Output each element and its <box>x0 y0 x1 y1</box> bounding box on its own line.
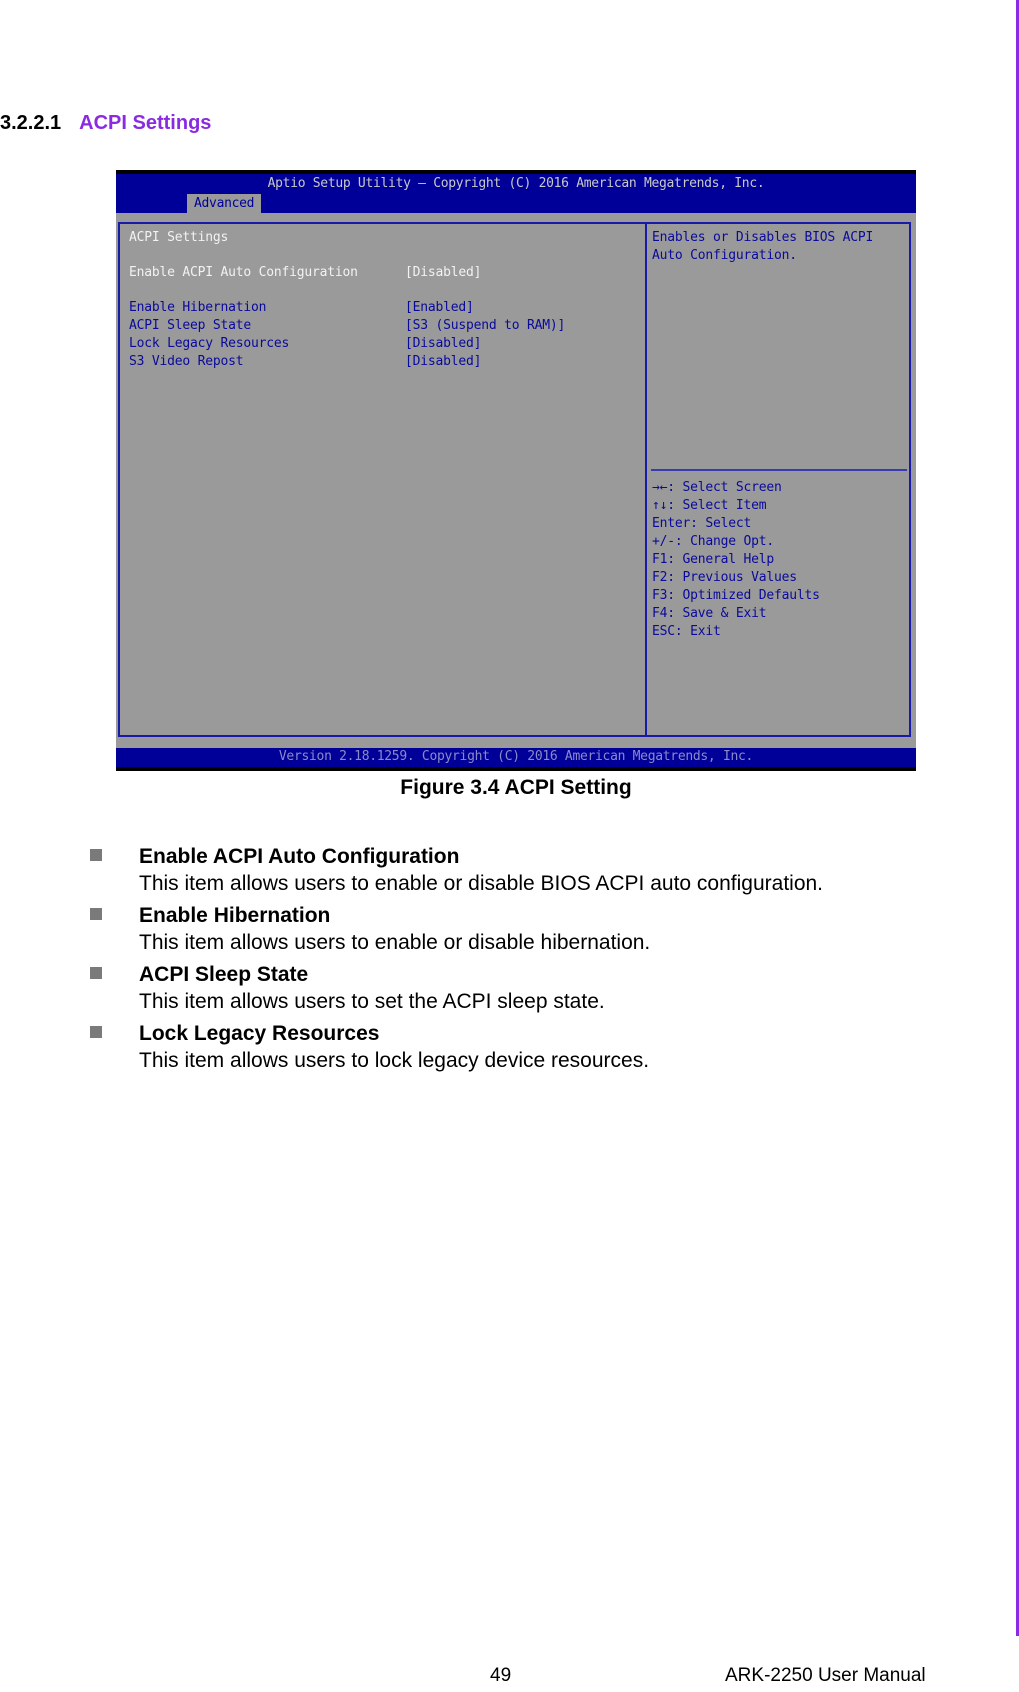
list-item: Lock Legacy Resources This item allows u… <box>88 1020 988 1074</box>
key-help-f4: F4: Save & Exit <box>652 606 767 621</box>
setting-label-hibernation[interactable]: Enable Hibernation <box>129 300 266 315</box>
setting-label-acpi-auto-config[interactable]: Enable ACPI Auto Configuration <box>129 265 358 280</box>
figure-caption: Figure 3.4 ACPI Setting <box>400 776 632 799</box>
page-number: 49 <box>490 1665 512 1686</box>
key-help-f1: F1: General Help <box>652 552 775 567</box>
help-text-line: Auto Configuration. <box>652 248 797 263</box>
bios-divider <box>645 222 647 737</box>
key-help-esc: ESC: Exit <box>652 624 721 639</box>
setting-label-sleep-state[interactable]: ACPI Sleep State <box>129 318 251 333</box>
bullet-square-icon <box>90 967 102 979</box>
section-title: ACPI Settings <box>79 112 212 134</box>
bios-header: Aptio Setup Utility – Copyright (C) 2016… <box>116 174 916 213</box>
bullet-square-icon <box>90 849 102 861</box>
bullet-list: Enable ACPI Auto Configuration This item… <box>88 843 988 1079</box>
bullet-desc: This item allows users to lock legacy de… <box>139 1049 650 1072</box>
bullet-title: Enable ACPI Auto Configuration <box>139 845 460 868</box>
bullet-title: ACPI Sleep State <box>139 963 309 986</box>
bullet-desc: This item allows users to set the ACPI s… <box>139 990 605 1013</box>
setting-value-sleep-state[interactable]: [S3 (Suspend to RAM)] <box>405 318 565 333</box>
setting-label-lock-legacy[interactable]: Lock Legacy Resources <box>129 336 289 351</box>
bullet-square-icon <box>90 908 102 920</box>
list-item: Enable Hibernation This item allows user… <box>88 902 988 956</box>
section-heading: 3.2.2.1 ACPI Settings <box>0 112 211 135</box>
list-item: ACPI Sleep State This item allows users … <box>88 961 988 1015</box>
key-help-enter: Enter: Select <box>652 516 752 531</box>
key-help-change-opt: +/-: Change Opt. <box>652 534 775 549</box>
bullet-title: Lock Legacy Resources <box>139 1022 380 1045</box>
bios-footer: Version 2.18.1259. Copyright (C) 2016 Am… <box>116 748 916 767</box>
setting-value-lock-legacy[interactable]: [Disabled] <box>405 336 481 351</box>
help-text-line: Enables or Disables BIOS ACPI <box>652 230 874 245</box>
bullet-square-icon <box>90 1026 102 1038</box>
key-help-f3: F3: Optimized Defaults <box>652 588 820 603</box>
bullet-title: Enable Hibernation <box>139 904 331 927</box>
bullet-desc: This item allows users to enable or disa… <box>139 872 824 895</box>
bios-screen: Aptio Setup Utility – Copyright (C) 2016… <box>116 174 916 767</box>
setting-value-s3-video-repost[interactable]: [Disabled] <box>405 354 481 369</box>
tab-advanced[interactable]: Advanced <box>187 194 262 213</box>
help-separator <box>651 469 907 471</box>
bios-header-title: Aptio Setup Utility – Copyright (C) 2016… <box>267 176 765 191</box>
manual-name: ARK-2250 User Manual <box>725 1665 926 1686</box>
setting-value-hibernation[interactable]: [Enabled] <box>405 300 474 315</box>
bios-footer-text: Version 2.18.1259. Copyright (C) 2016 Am… <box>278 749 754 764</box>
list-item: Enable ACPI Auto Configuration This item… <box>88 843 988 897</box>
bullet-desc: This item allows users to enable or disa… <box>139 931 651 954</box>
key-help-select-screen: →←: Select Screen <box>652 480 782 495</box>
key-help-select-item: ↑↓: Select Item <box>652 498 767 513</box>
bios-panel-title: ACPI Settings <box>129 230 229 245</box>
setting-label-s3-video-repost[interactable]: S3 Video Repost <box>129 354 244 369</box>
section-number: 3.2.2.1 <box>0 112 62 134</box>
key-help-f2: F2: Previous Values <box>652 570 797 585</box>
bios-screenshot: Aptio Setup Utility – Copyright (C) 2016… <box>116 170 916 771</box>
setting-value-acpi-auto-config[interactable]: [Disabled] <box>405 265 481 280</box>
